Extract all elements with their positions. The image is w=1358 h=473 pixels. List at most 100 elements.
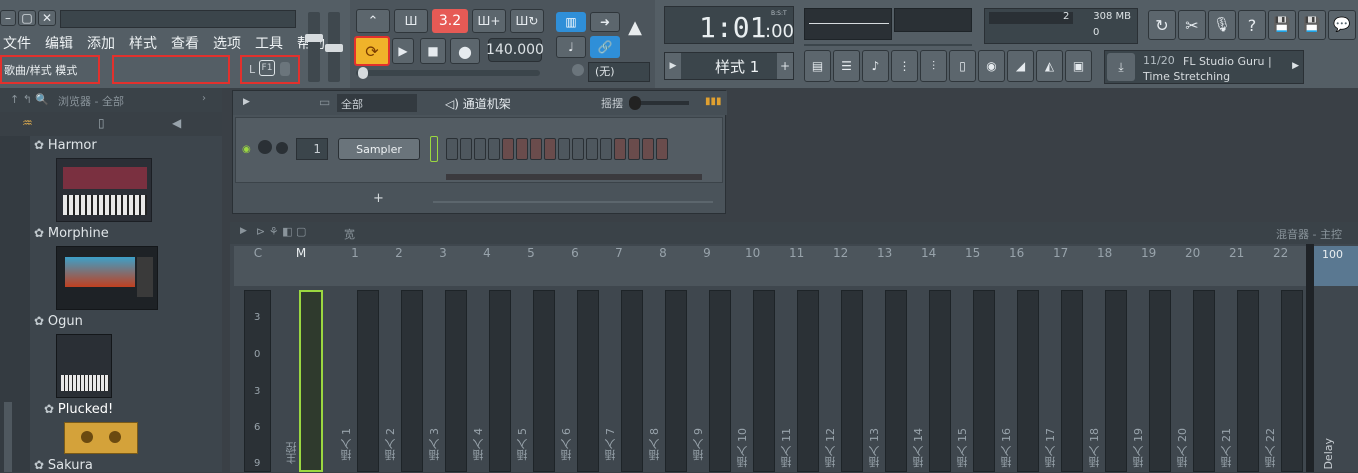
insert-strip[interactable]	[357, 290, 379, 472]
step-button[interactable]	[558, 138, 570, 160]
rack-scrollbar[interactable]	[433, 201, 713, 203]
browser-nav-icons[interactable]: ↑ ↰ 🔍	[10, 93, 49, 106]
insert-track-header[interactable]: 13	[877, 246, 892, 260]
undo-button[interactable]: ↻	[1148, 10, 1176, 40]
channel-active-led[interactable]: ◉	[242, 144, 251, 155]
master-track-header[interactable]: M	[295, 246, 307, 260]
master-volume-slider[interactable]	[305, 12, 323, 82]
tempo-tapper-icon[interactable]: ◭	[1036, 50, 1063, 82]
channel-rack-icon[interactable]: ☰	[833, 50, 860, 82]
typing-keyboard-button[interactable]: F1	[259, 60, 275, 76]
insert-strip[interactable]	[929, 290, 951, 472]
step-button[interactable]	[600, 138, 612, 160]
insert-strip[interactable]	[1149, 290, 1171, 472]
insert-track-header[interactable]: 21	[1229, 246, 1244, 260]
step-button[interactable]	[572, 138, 584, 160]
pattern-number-display[interactable]: 3.2	[432, 9, 468, 33]
browser-icon[interactable]: ▯	[949, 50, 976, 82]
insert-strip[interactable]	[1105, 290, 1127, 472]
download-icon[interactable]: ⤓	[1107, 53, 1135, 81]
playlist-icon[interactable]: ▤	[804, 50, 831, 82]
instrument-button[interactable]: Sampler	[338, 138, 420, 160]
insert-strip[interactable]	[797, 290, 819, 472]
insert-strip[interactable]	[1237, 290, 1259, 472]
close-button[interactable]: ✕	[38, 10, 56, 26]
insert-track-header[interactable]: 8	[657, 246, 669, 260]
browser-menu-arrow-icon[interactable]: ›	[202, 93, 206, 104]
mixer-menu-arrow-icon[interactable]: ▶	[240, 226, 247, 236]
minimize-button[interactable]: –	[0, 10, 16, 26]
metronome-button[interactable]: ⌃	[356, 9, 390, 33]
list-item[interactable]: ✿ Sakura	[34, 458, 93, 473]
maximize-button[interactable]: ▢	[18, 10, 36, 26]
insert-strip[interactable]	[885, 290, 907, 472]
link-button[interactable]: 🔗	[590, 36, 620, 58]
insert-track-header[interactable]: 17	[1053, 246, 1068, 260]
cut-tools-icon[interactable]: ✂	[1178, 10, 1206, 40]
wait-input-button[interactable]: Ш	[394, 9, 428, 33]
insert-strip[interactable]	[753, 290, 775, 472]
step-forward-button[interactable]: ➜	[590, 12, 620, 32]
help-icon[interactable]: ?	[1238, 10, 1266, 40]
list-item[interactable]: ✿ Morphine	[34, 226, 109, 241]
insert-track-header[interactable]: 5	[525, 246, 537, 260]
add-channel-button[interactable]: +	[373, 191, 384, 206]
insert-strip[interactable]	[577, 290, 599, 472]
piano-roll-icon[interactable]: ♪	[862, 50, 889, 82]
insert-strip[interactable]	[533, 290, 555, 472]
insert-track-header[interactable]: 10	[745, 246, 760, 260]
position-slider[interactable]	[356, 67, 540, 79]
blend-notes-button[interactable]: ♩	[556, 36, 586, 58]
menu-file[interactable]: 文件	[3, 36, 31, 52]
step-button[interactable]	[586, 138, 598, 160]
insert-track-header[interactable]: 12	[833, 246, 848, 260]
mixer-view-icons[interactable]: ⊳ ⚘ ◧ ▢	[256, 225, 306, 238]
select-indicator[interactable]	[430, 136, 438, 162]
menu-patterns[interactable]: 样式	[129, 36, 157, 52]
insert-track-header[interactable]: 4	[481, 246, 493, 260]
audio-tab-icon[interactable]: ♒	[22, 116, 33, 130]
plugin-icon[interactable]: ◉	[978, 50, 1005, 82]
save-icon[interactable]: 💾	[1268, 10, 1296, 40]
snap-selector[interactable]: (无)	[588, 62, 650, 82]
pattern-selector-arrow[interactable]: ▶	[665, 53, 681, 79]
step-button[interactable]	[530, 138, 542, 160]
morphine-thumbnail[interactable]	[56, 246, 158, 310]
insert-track-header[interactable]: 11	[789, 246, 804, 260]
insert-track-header[interactable]: 6	[569, 246, 581, 260]
record-button[interactable]: ●	[450, 38, 480, 64]
snap-knob-icon[interactable]: ▲	[620, 8, 650, 46]
menu-view[interactable]: 查看	[171, 36, 199, 52]
hint-arrow-icon[interactable]: ▶	[1292, 61, 1299, 71]
menu-add[interactable]: 添加	[87, 36, 115, 52]
graph-editor-icon[interactable]: ▮▮▮	[705, 96, 722, 107]
volume-knob[interactable]	[258, 140, 272, 154]
loop-record-button[interactable]: Ш↻	[510, 9, 544, 33]
insert-track-header[interactable]: 15	[965, 246, 980, 260]
insert-strip[interactable]	[489, 290, 511, 472]
pan-knob[interactable]	[276, 142, 288, 154]
insert-strip[interactable]	[709, 290, 731, 472]
file-tab-icon[interactable]: ▯	[98, 116, 105, 130]
step-button[interactable]	[474, 138, 486, 160]
song-position-display[interactable]: 1:01 :00 B:S:T	[664, 6, 794, 44]
insert-track-header[interactable]: 1	[349, 246, 361, 260]
stop-button[interactable]: ■	[420, 38, 446, 64]
step-button[interactable]	[488, 138, 500, 160]
filter-selector[interactable]: 全部	[337, 94, 417, 112]
insert-strip[interactable]	[841, 290, 863, 472]
insert-track-header[interactable]: 22	[1273, 246, 1288, 260]
insert-strip[interactable]	[973, 290, 995, 472]
insert-strip[interactable]	[1017, 290, 1039, 472]
mixer-icon[interactable]: ⫶	[920, 50, 947, 82]
step-button[interactable]	[642, 138, 654, 160]
ogun-thumbnail[interactable]	[56, 334, 112, 398]
menu-edit[interactable]: 编辑	[45, 36, 73, 52]
pattern-selector[interactable]: ▶ 样式 1 +	[664, 52, 794, 80]
save-as-icon[interactable]: 💾	[1298, 10, 1326, 40]
play-button[interactable]: ▶	[392, 38, 414, 64]
insert-strip[interactable]	[1281, 290, 1303, 472]
insert-track-header[interactable]: 18	[1097, 246, 1112, 260]
harmor-thumbnail[interactable]	[56, 158, 152, 222]
insert-strip[interactable]	[621, 290, 643, 472]
